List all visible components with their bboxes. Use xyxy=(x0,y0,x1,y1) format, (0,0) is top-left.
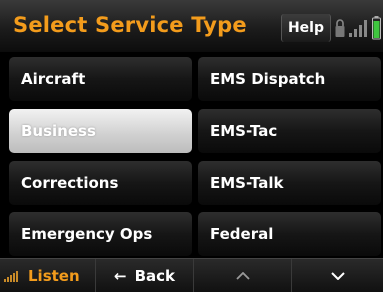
scroll-down-button[interactable] xyxy=(292,259,383,292)
header-bar: Select Service Type Help xyxy=(0,0,383,53)
listen-label: Listen xyxy=(28,266,80,285)
service-button-corrections[interactable]: Corrections xyxy=(9,161,192,205)
service-button-federal[interactable]: Federal xyxy=(198,212,381,256)
help-button[interactable]: Help xyxy=(281,14,331,42)
chevron-up-icon xyxy=(235,271,250,280)
back-label: Back xyxy=(134,266,175,285)
listen-button[interactable]: Listen xyxy=(0,259,96,292)
service-button-aircraft[interactable]: Aircraft xyxy=(9,57,192,101)
service-button-ems-tac[interactable]: EMS-Tac xyxy=(198,109,381,153)
signal-icon xyxy=(349,20,367,37)
scroll-up-button[interactable] xyxy=(194,259,292,292)
service-button-ems-talk[interactable]: EMS-Talk xyxy=(198,161,381,205)
page-title: Select Service Type xyxy=(13,13,247,37)
speaker-icon xyxy=(4,270,18,282)
chevron-down-icon xyxy=(330,271,345,280)
battery-icon xyxy=(372,16,381,40)
back-arrow-icon: ← xyxy=(113,266,127,285)
lock-icon xyxy=(335,19,345,37)
service-button-business[interactable]: Business xyxy=(9,109,192,153)
bottom-toolbar: Listen ← Back xyxy=(0,258,383,292)
status-icons xyxy=(335,16,381,40)
back-button[interactable]: ← Back xyxy=(96,259,194,292)
service-button-ems-dispatch[interactable]: EMS Dispatch xyxy=(198,57,381,101)
service-type-grid: Aircraft EMS Dispatch Business EMS-Tac C… xyxy=(0,53,383,258)
service-button-emergency-ops[interactable]: Emergency Ops xyxy=(9,212,192,256)
